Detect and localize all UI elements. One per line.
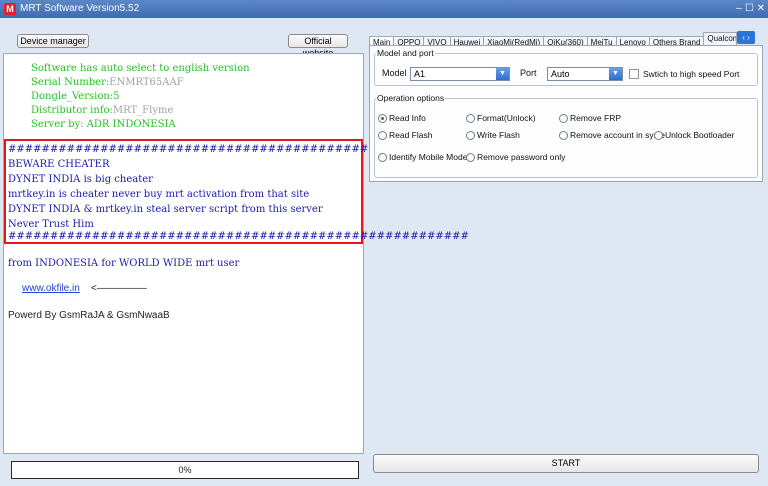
option-format-unlock-label: Format(Unlock) xyxy=(477,113,536,123)
brand-tabs: Main OPPO VIVO Hauwei XiaoMi(RedMi) QiKu(360)… xyxy=(369,32,738,49)
warning-box: ########################################… xyxy=(4,139,469,244)
high-speed-label: Swtich to high speed Port xyxy=(643,69,740,79)
serial-label: Serial Number: xyxy=(31,77,110,88)
radio-icon xyxy=(466,114,475,123)
option-identify-model-label: Identify Mobile Model xyxy=(389,152,470,162)
radio-icon xyxy=(466,131,475,140)
serial-number-line: Serial Number:ENMRT65AAF xyxy=(31,76,184,89)
distributor-value: MRT_Flyme xyxy=(112,105,174,116)
radio-icon xyxy=(378,153,387,162)
log-output: Software has auto select to english vers… xyxy=(3,53,469,454)
chevron-down-icon: ▼ xyxy=(496,68,509,80)
close-button[interactable]: ☐ ✕ xyxy=(744,2,766,16)
distributor-line: Distributor info:MRT_Flyme xyxy=(31,104,173,117)
model-select-value: A1 xyxy=(414,69,426,79)
radio-selected-icon xyxy=(378,114,387,123)
radio-icon xyxy=(559,131,568,140)
option-remove-account-label: Remove account in syste xyxy=(570,130,665,140)
tab-scroll-arrows[interactable]: ‹ › xyxy=(737,31,755,44)
serial-value: ENMRT65AAF xyxy=(109,77,184,88)
radio-icon xyxy=(559,114,568,123)
tab-qualcom[interactable]: Qualcom xyxy=(703,32,738,45)
distributor-label: Distributor info: xyxy=(31,105,113,116)
auto-select-line: Software has auto select to english vers… xyxy=(31,63,250,74)
start-button[interactable]: START xyxy=(373,454,759,473)
option-read-info-label: Read Info xyxy=(389,113,426,123)
device-manager-button[interactable]: Device manager xyxy=(17,34,89,48)
high-speed-checkbox[interactable] xyxy=(629,69,639,79)
option-unlock-bootloader[interactable]: Unlock Bootloader xyxy=(654,130,734,140)
warning-line-2: DYNET INDIA is big cheater xyxy=(8,174,153,185)
operation-options-title: Operation options xyxy=(376,93,446,103)
option-remove-password-label: Remove password only xyxy=(477,152,566,162)
option-remove-password[interactable]: Remove password only xyxy=(466,152,565,162)
option-remove-frp-label: Remove FRP xyxy=(570,113,622,123)
model-label: Model xyxy=(382,68,407,78)
option-read-info[interactable]: Read Info xyxy=(378,113,426,123)
warning-line-4: DYNET INDIA & mrtkey.in steal server scr… xyxy=(8,204,323,215)
window-title: MRT Software Version5.52 xyxy=(20,3,140,14)
port-label: Port xyxy=(520,68,537,78)
link-arrow: <————— xyxy=(91,283,147,294)
server-line: Server by: ADR INDONESIA xyxy=(31,119,176,130)
warning-line-3: mrtkey.in is cheater never buy mrt activ… xyxy=(8,189,310,200)
option-write-flash[interactable]: Write Flash xyxy=(466,130,520,140)
from-indonesia-line: from INDONESIA for WORLD WIDE mrt user xyxy=(8,258,240,269)
app-icon: M xyxy=(4,3,16,15)
main-tab-page: Model and port Model A1 ▼ Port Auto ▼ Sw… xyxy=(369,45,763,182)
radio-icon xyxy=(654,131,663,140)
official-website-button[interactable]: Official website xyxy=(288,34,348,58)
chevron-down-icon: ▼ xyxy=(609,68,622,80)
powered-by-line: Powerd By GsmRaJA & GsmNwaaB xyxy=(8,310,170,321)
okfile-link[interactable]: www.okfile.in xyxy=(22,283,80,294)
model-port-group-title: Model and port xyxy=(376,48,435,58)
option-remove-frp[interactable]: Remove FRP xyxy=(559,113,621,123)
option-format-unlock[interactable]: Format(Unlock) xyxy=(466,113,536,123)
option-unlock-bootloader-label: Unlock Bootloader xyxy=(665,130,735,140)
model-select[interactable]: A1 ▼ xyxy=(410,67,510,81)
option-read-flash-label: Read Flash xyxy=(389,130,433,140)
port-select[interactable]: Auto ▼ xyxy=(547,67,623,81)
dongle-version-line: Dongle_Version:5 xyxy=(31,91,120,102)
option-identify-model[interactable]: Identify Mobile Model xyxy=(378,152,469,162)
option-remove-account[interactable]: Remove account in syste xyxy=(559,130,665,140)
option-write-flash-label: Write Flash xyxy=(477,130,520,140)
port-select-value: Auto xyxy=(551,69,570,79)
progress-bar: 0% xyxy=(11,461,359,479)
option-read-flash[interactable]: Read Flash xyxy=(378,130,432,140)
warning-hash-bottom: ########################################… xyxy=(8,231,469,242)
title-bar: M MRT Software Version5.52 – ☐ ✕ xyxy=(0,0,768,18)
radio-icon xyxy=(378,131,387,140)
radio-icon xyxy=(466,153,475,162)
warning-line-1: BEWARE CHEATER xyxy=(8,159,110,170)
